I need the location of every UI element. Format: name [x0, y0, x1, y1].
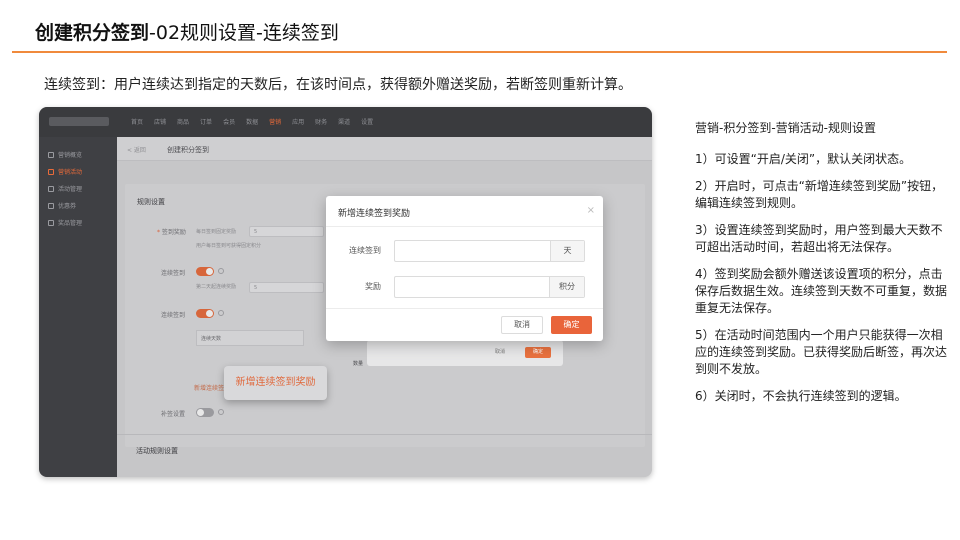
note-item: 1）可设置“开启/关闭”，默认关闭状态。 — [695, 152, 912, 166]
note-item: 5）在活动时间范围内一个用户只能获得一次相应的连续签到奖励。已获得奖励后断签，再… — [695, 328, 948, 376]
sidebar-item-label: 优惠券 — [58, 203, 77, 210]
notes-panel: 营销-积分签到-营销活动-规则设置 1）可设置“开启/关闭”，默认关闭状态。 2… — [695, 120, 950, 415]
app-logo — [49, 117, 109, 126]
days-suffix: 天 — [550, 241, 584, 261]
sidebar-item-manage[interactable]: 活动管理 — [39, 180, 117, 197]
top-nav-item[interactable]: 会员 — [223, 117, 235, 126]
rules-section-title: 规则设置 — [137, 198, 165, 206]
calendar-icon — [48, 185, 54, 192]
slide-title-bold: 创建积分签到 — [35, 22, 150, 44]
note-item: 2）开启时，可点击“新增连续签到奖励”按钮，编辑连续签到规则。 — [695, 179, 944, 210]
page-title: 创建积分签到 — [167, 146, 209, 154]
daily-reward-label: * 签到奖励 — [157, 229, 186, 236]
daily-reward-input[interactable]: 5 — [249, 226, 324, 237]
box-icon — [48, 219, 54, 226]
cancel-button[interactable]: 取消 — [501, 316, 543, 334]
breadcrumb: < 返回 创建积分签到 — [117, 137, 652, 161]
day2-text: 第二天起连续奖励 — [196, 284, 237, 290]
notes-heading: 营销-积分签到-营销活动-规则设置 — [695, 121, 876, 135]
top-nav-item[interactable]: 应用 — [292, 117, 304, 126]
daily-reward-hint: 用户每日签到可获得固定积分 — [196, 243, 262, 249]
close-icon[interactable]: × — [587, 205, 595, 216]
add-reward-modal: 新增连续签到奖励 × 连续签到 天 奖励 积分 取消 确定 — [326, 196, 603, 341]
confirm-button[interactable]: 确定 — [551, 316, 592, 334]
reward-points-input[interactable]: 积分 — [394, 276, 585, 298]
top-nav-item[interactable]: 设置 — [361, 117, 373, 126]
top-nav-item[interactable]: 财务 — [315, 117, 327, 126]
background-cancel-button[interactable]: 取消 — [495, 348, 505, 355]
background-quantity-label: 数量 — [353, 361, 364, 367]
continuous-label: 连续签到 — [161, 312, 186, 319]
sidebar-item-label: 活动管理 — [58, 186, 83, 193]
consecutive-label: 连续签到 — [161, 270, 186, 277]
modal-footer-divider — [326, 308, 603, 309]
sidebar-item-prizes[interactable]: 奖品管理 — [39, 214, 117, 231]
ticket-icon — [48, 202, 54, 209]
top-nav-item[interactable]: 渠道 — [338, 117, 350, 126]
modal-divider — [326, 226, 603, 227]
consecutive-days-label: 连续签到 — [349, 246, 381, 255]
top-nav-item[interactable]: 首页 — [131, 117, 143, 126]
chart-icon — [48, 151, 54, 158]
sidebar: 营销概览 营销活动 活动管理 优惠券 奖品管理 — [39, 137, 117, 477]
back-link[interactable]: < 返回 — [127, 145, 146, 154]
top-nav-item[interactable]: 订单 — [200, 117, 212, 126]
sidebar-item-label: 营销概览 — [58, 152, 83, 159]
consecutive-days-input[interactable]: 天 — [394, 240, 585, 262]
points-suffix: 积分 — [549, 277, 584, 297]
background-dialog: 取消 确定 — [367, 340, 563, 366]
modal-title: 新增连续签到奖励 — [338, 209, 411, 219]
help-icon — [218, 268, 224, 274]
continuous-days-header: 连续天数 — [201, 336, 222, 342]
slide-title: 创建积分签到-02规则设置-连续签到 — [35, 18, 339, 45]
note-item: 4）签到奖励会额外赠送该设置项的积分，点击保存后数据生效。连续签到天数不可重复，… — [695, 267, 948, 315]
help-icon — [218, 409, 224, 415]
sidebar-item-activities[interactable]: 营销活动 — [39, 163, 117, 180]
retro-toggle[interactable] — [196, 408, 214, 417]
retro-label: 补签设置 — [161, 411, 186, 418]
consecutive-toggle[interactable] — [196, 267, 214, 276]
sidebar-item-coupons[interactable]: 优惠券 — [39, 197, 117, 214]
title-underline — [12, 51, 947, 53]
note-item: 3）设置连续签到奖励时，用户签到最大天数不可超出活动时间，若超出将无法保存。 — [695, 223, 943, 254]
top-nav-item[interactable]: 数据 — [246, 117, 258, 126]
note-item: 6）关闭时，不会执行连续签到的逻辑。 — [695, 389, 907, 403]
top-nav-item[interactable]: 店铺 — [154, 117, 166, 126]
top-nav-item-marketing[interactable]: 营销 — [269, 117, 281, 126]
slide-subtitle: 连续签到：用户连续达到指定的天数后，在该时间点，获得额外赠送奖励，若断签则重新计… — [44, 77, 632, 93]
top-nav: 首页 店铺 商品 订单 会员 数据 营销 应用 财务 渠道 设置 — [131, 117, 373, 126]
sidebar-item-overview[interactable]: 营销概览 — [39, 146, 117, 163]
slide-title-rest: -02规则设置-连续签到 — [149, 22, 339, 44]
daily-reward-text: 每日签到固定奖励 — [196, 229, 237, 235]
daily-reward-value: 5 — [254, 229, 258, 235]
continuous-toggle[interactable] — [196, 309, 214, 318]
background-ok-button[interactable]: 确定 — [525, 347, 551, 358]
sidebar-item-label: 奖品管理 — [58, 220, 83, 227]
gift-icon — [48, 168, 54, 175]
activity-rules-title: 活动规则设置 — [136, 447, 178, 455]
slide: 创建积分签到-02规则设置-连续签到 连续签到：用户连续达到指定的天数后，在该时… — [0, 0, 960, 540]
help-icon — [218, 310, 224, 316]
top-bar: 首页 店铺 商品 订单 会员 数据 营销 应用 财务 渠道 设置 — [39, 107, 652, 137]
continuous-days-box: 连续天数 — [196, 330, 304, 346]
reward-label: 奖励 — [365, 282, 381, 291]
app-screenshot: 首页 店铺 商品 订单 会员 数据 营销 应用 财务 渠道 设置 营销概览 营销… — [39, 107, 652, 477]
day2-value: 5 — [254, 285, 258, 291]
sidebar-item-label: 营销活动 — [58, 169, 83, 176]
day2-input[interactable]: 5 — [249, 282, 324, 293]
section-divider — [117, 434, 652, 435]
add-continuous-reward-button[interactable]: 新增连续签到奖励 — [224, 366, 327, 400]
top-nav-item[interactable]: 商品 — [177, 117, 189, 126]
